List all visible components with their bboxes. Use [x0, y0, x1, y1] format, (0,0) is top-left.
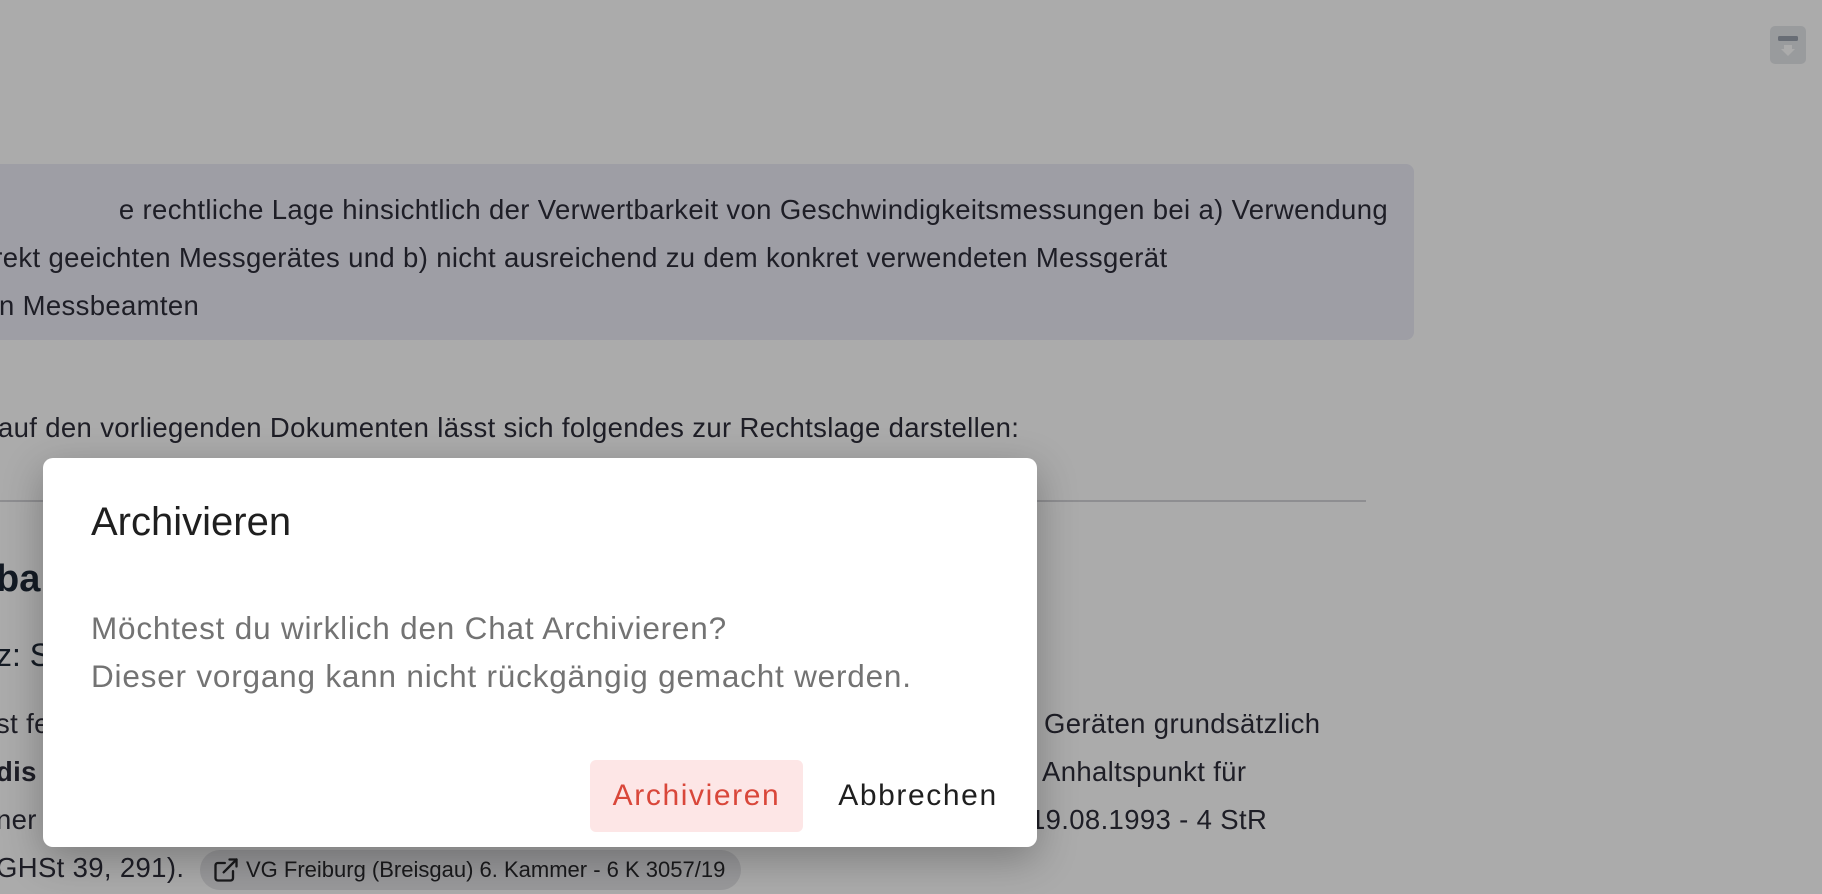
chat-page: e rechtliche Lage hinsichtlich der Verwe…	[0, 0, 1822, 894]
cancel-button[interactable]: Abbrechen	[818, 760, 1018, 832]
dialog-message-line: Dieser vorgang kann nicht rückgängig gem…	[91, 658, 912, 694]
dialog-title: Archivieren	[91, 500, 292, 544]
confirm-archive-button[interactable]: Archivieren	[590, 760, 803, 832]
archive-dialog: Archivieren Möchtest du wirklich den Cha…	[43, 458, 1037, 847]
dialog-message-line: Möchtest du wirklich den Chat Archiviere…	[91, 610, 727, 646]
dialog-message: Möchtest du wirklich den Chat Archiviere…	[91, 604, 1011, 700]
